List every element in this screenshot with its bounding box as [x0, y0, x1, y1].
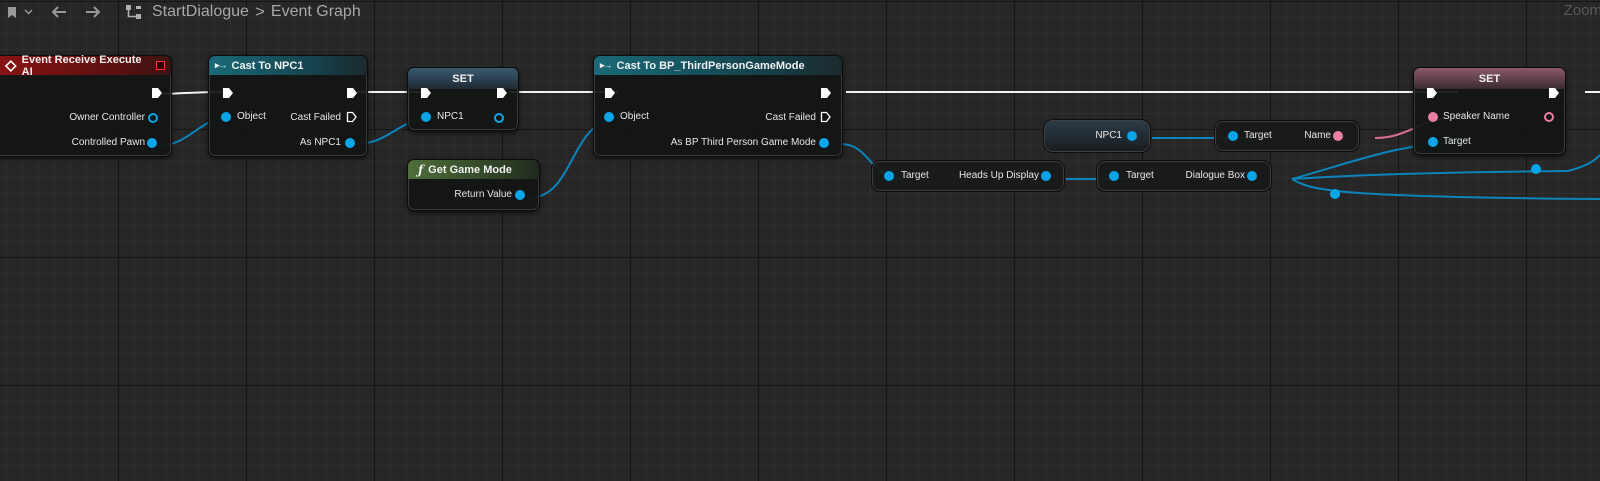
cast-icon: ▸→ [215, 60, 227, 70]
pin-label-owner-controller: Owner Controller [69, 112, 145, 123]
npc1-in-pin[interactable] [421, 112, 431, 122]
breadcrumb-root[interactable]: StartDialogue [152, 3, 249, 21]
node-title: Get Game Mode [428, 163, 512, 176]
as-bp-gamemode-pin[interactable] [819, 138, 829, 148]
object-wire [1567, 154, 1600, 172]
get-game-mode-node[interactable]: ƒ Get Game Mode Return Value [407, 159, 540, 211]
pin-label-target: Target [1126, 170, 1154, 181]
back-arrow-icon[interactable] [46, 0, 72, 24]
pin-label-target: Target [901, 170, 929, 181]
get-name-node[interactable]: Target Name [1214, 120, 1360, 152]
target-in-pin[interactable] [884, 171, 894, 181]
set-speaker-name-node[interactable]: SET Speaker Name Target [1413, 67, 1566, 155]
node-header: SET [408, 68, 518, 89]
reroute-knot[interactable] [1531, 164, 1541, 174]
pin-label-dialogue-box: Dialogue Box [1185, 170, 1245, 181]
node-title: Cast To NPC1 [231, 59, 304, 72]
forward-arrow-icon[interactable] [80, 0, 106, 24]
object-in-pin[interactable] [604, 112, 614, 122]
pin-label-as-npc1: As NPC1 [299, 137, 341, 148]
pin-label-speaker-name: Speaker Name [1443, 111, 1510, 122]
pin-label-object: Object [237, 111, 266, 122]
get-dialogue-box-node[interactable]: Target Dialogue Box [1096, 160, 1272, 192]
return-value-pin[interactable] [515, 190, 525, 200]
zoom-label: Zoom [1563, 2, 1600, 19]
variable-label-npc1: NPC1 [1095, 130, 1122, 141]
target-in-pin[interactable] [1428, 137, 1438, 147]
pin-label-cast-failed: Cast Failed [765, 112, 816, 123]
npc1-out-pin[interactable] [494, 113, 504, 123]
target-in-pin[interactable] [1109, 171, 1119, 181]
pin-label-controlled-pawn: Controlled Pawn [71, 137, 145, 148]
node-header: ▸→ Cast To NPC1 [209, 56, 367, 75]
npc1-out-pin[interactable] [1127, 131, 1137, 141]
function-icon: ƒ [418, 162, 424, 177]
heads-up-display-pin[interactable] [1041, 171, 1051, 181]
bookmark-icon[interactable] [2, 0, 22, 24]
editor-toolbar: StartDialogue > Event Graph Zoom [0, 0, 1600, 24]
node-header: ▸→ Cast To BP_ThirdPersonGameMode [594, 56, 842, 75]
speaker-name-out-pin[interactable] [1544, 112, 1554, 122]
node-header: SET [1414, 68, 1565, 89]
pin-label-return-value: Return Value [454, 189, 512, 200]
reroute-knot[interactable] [1330, 189, 1340, 199]
cast-to-gamemode-node[interactable]: ▸→ Cast To BP_ThirdPersonGameMode Object… [593, 55, 843, 157]
breadcrumb-current: Event Graph [270, 3, 361, 20]
breadcrumb-separator: > [254, 2, 265, 21]
speaker-name-in-pin[interactable] [1428, 112, 1438, 122]
event-diamond-icon [5, 59, 17, 72]
event-receive-execute-ai-node[interactable]: Event Receive Execute AI Owner Controlle… [0, 53, 172, 157]
npc1-variable-node[interactable]: NPC1 [1043, 119, 1151, 153]
cast-icon: ▸→ [600, 60, 612, 70]
dialogue-box-pin[interactable] [1247, 171, 1257, 181]
pin-label-as-bp-gamemode: As BP Third Person Game Mode [670, 137, 816, 148]
event-graph-canvas[interactable]: StartDialogue > Event Graph Zoom Event R… [0, 0, 1600, 481]
pin-label-name: Name [1304, 130, 1331, 141]
delegate-pin-icon[interactable] [156, 61, 165, 70]
pin-label-target: Target [1244, 130, 1272, 141]
pin-label-npc1: NPC1 [437, 111, 464, 122]
controlled-pawn-pin[interactable] [147, 138, 157, 148]
get-heads-up-display-node[interactable]: Target Heads Up Display [871, 160, 1065, 192]
pin-label-object: Object [620, 111, 649, 122]
chevron-down-icon[interactable] [22, 0, 34, 24]
name-out-pin[interactable] [1333, 131, 1343, 141]
pin-label-heads-up-display: Heads Up Display [958, 170, 1039, 181]
pin-label-target: Target [1443, 136, 1471, 147]
as-npc1-pin[interactable] [345, 138, 355, 148]
pin-label-cast-failed: Cast Failed [290, 112, 341, 123]
cast-to-npc1-node[interactable]: ▸→ Cast To NPC1 Object Cast Failed As NP… [208, 55, 368, 157]
node-title: SET [1478, 72, 1501, 85]
node-header: ƒ Get Game Mode [408, 160, 539, 179]
target-in-pin[interactable] [1228, 131, 1238, 141]
graph-hierarchy-icon [122, 0, 146, 24]
owner-controller-pin[interactable] [148, 113, 158, 123]
node-title: SET [452, 72, 474, 85]
node-title: Event Receive Execute AI [21, 53, 142, 78]
object-wire [1291, 170, 1569, 180]
node-header: Event Receive Execute AI [0, 53, 171, 78]
object-in-pin[interactable] [221, 112, 231, 122]
set-npc1-node[interactable]: SET NPC1 [407, 67, 519, 131]
node-title: Cast To BP_ThirdPersonGameMode [616, 59, 805, 72]
